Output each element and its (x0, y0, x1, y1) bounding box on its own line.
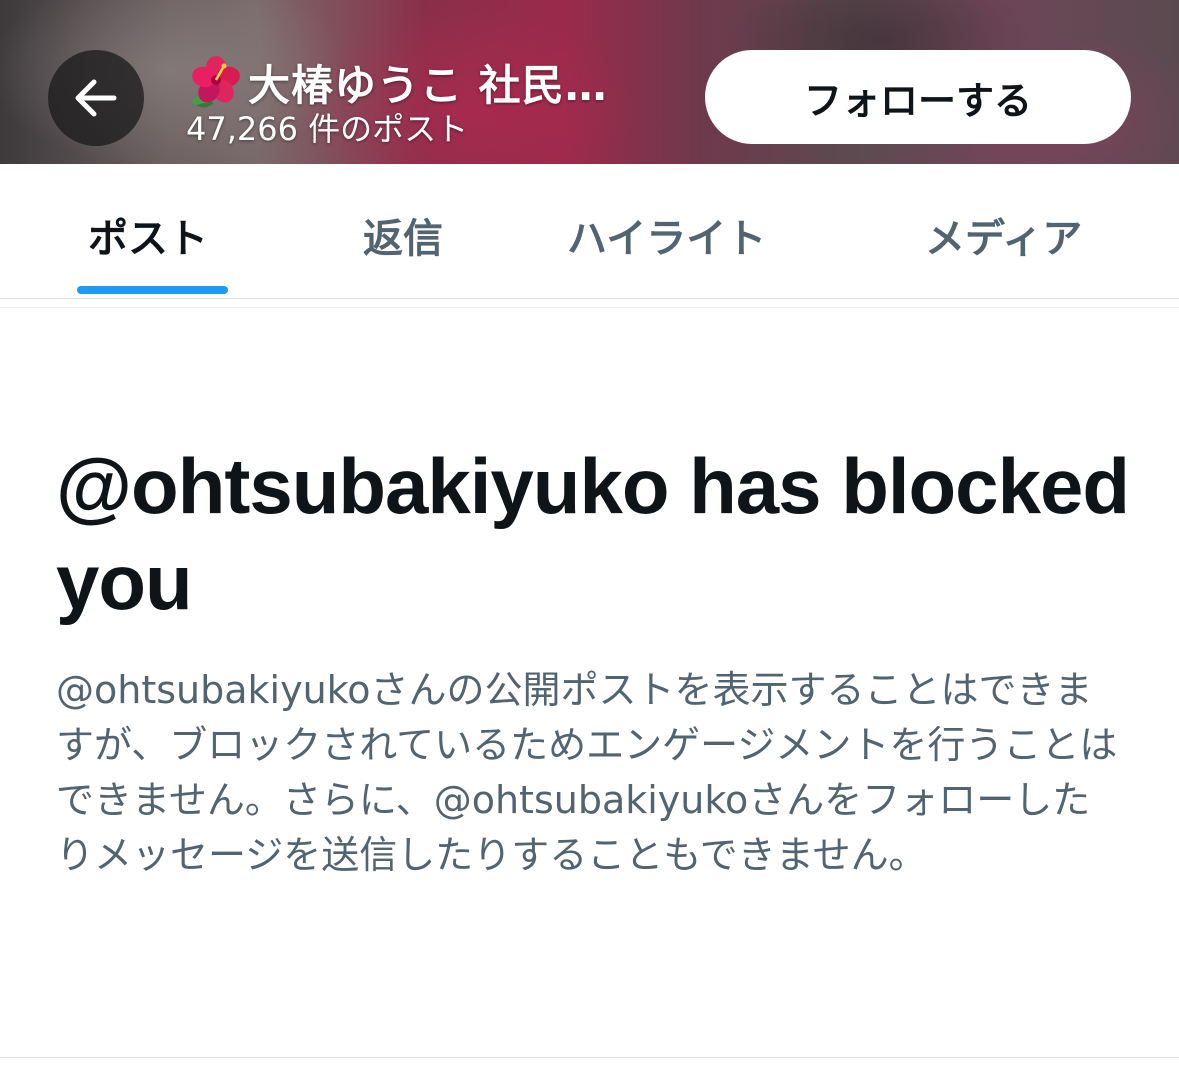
blocked-description: @ohtsubakiyukoさんの公開ポストを表示することはできますが、ブロック… (56, 668, 1118, 877)
header-title: 大椿ゆうこ 社民… (186, 56, 608, 110)
divider (0, 1057, 1179, 1058)
tab-posts[interactable]: ポスト (88, 206, 208, 264)
profile-page: 大椿ゆうこ 社民… 47,266 件のポスト フォローする ポスト 返信 ハイラ… (0, 0, 1179, 1072)
profile-tabs: ポスト 返信 ハイライト メディア (0, 164, 1179, 299)
tab-replies[interactable]: 返信 (363, 206, 443, 264)
blocked-title: @ohtsubakiyuko has blocked you (56, 442, 1130, 626)
post-count: 47,266 件のポスト (186, 110, 469, 148)
tab-media[interactable]: メディア (925, 206, 1082, 264)
profile-header: 大椿ゆうこ 社民… 47,266 件のポスト フォローする (0, 0, 1179, 164)
active-tab-indicator (77, 286, 228, 294)
tab-highlights[interactable]: ハイライト (567, 206, 766, 264)
follow-button[interactable]: フォローする (705, 50, 1131, 144)
divider (0, 307, 1179, 308)
back-button[interactable] (48, 50, 144, 146)
hibiscus-icon (186, 56, 248, 108)
arrow-left-icon (75, 79, 117, 117)
